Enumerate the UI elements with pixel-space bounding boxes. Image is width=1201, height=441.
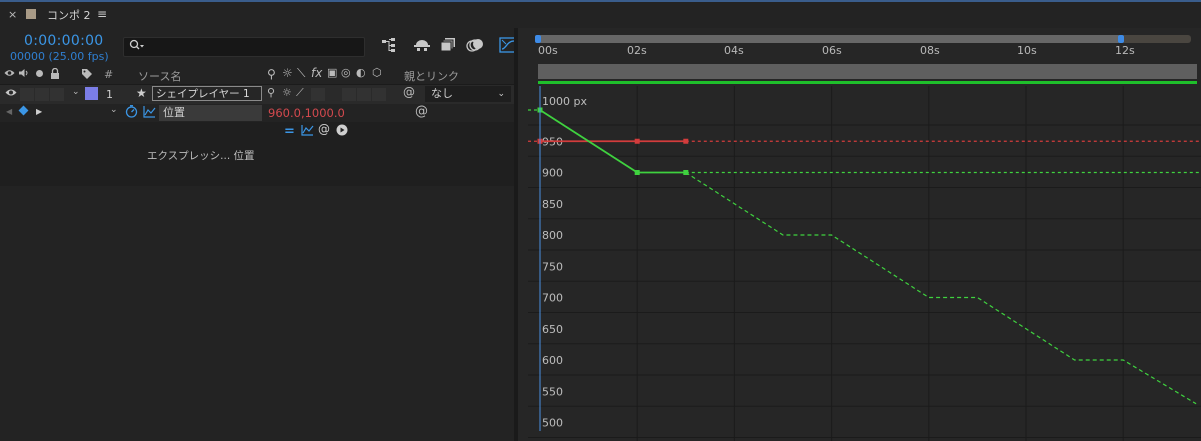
layer-visibility-icon[interactable] bbox=[5, 87, 17, 101]
expression-graph-icon[interactable] bbox=[301, 124, 314, 139]
layer-lock-toggle[interactable] bbox=[50, 88, 64, 101]
property-expand-chevron-icon[interactable]: ⌄ bbox=[110, 105, 118, 115]
quality-icon[interactable]: ⟍ bbox=[297, 66, 305, 81]
layer-audio-toggle[interactable] bbox=[20, 88, 34, 101]
graph-y-label: 800 bbox=[542, 229, 563, 242]
graph-y-label: 850 bbox=[542, 198, 563, 211]
layer-search-input[interactable] bbox=[123, 37, 365, 57]
next-keyframe-icon[interactable]: ▶ bbox=[36, 107, 42, 116]
expression-area bbox=[0, 122, 514, 186]
keyframe-point bbox=[683, 138, 689, 144]
layer-expand-chevron-icon[interactable]: ⌄ bbox=[72, 87, 80, 97]
column-number: # bbox=[104, 68, 114, 81]
graph-y-label: 550 bbox=[542, 385, 563, 398]
frame-rate-display: 00000 (25.00 fps) bbox=[10, 50, 109, 63]
layer-label-color[interactable] bbox=[85, 87, 98, 100]
draft-3d-icon[interactable] bbox=[413, 38, 431, 56]
parent-select[interactable]: なし ⌄ bbox=[425, 86, 511, 102]
layer-solo-toggle[interactable] bbox=[35, 88, 49, 101]
expression-language-menu-icon[interactable] bbox=[336, 124, 348, 139]
work-area-remainder bbox=[1121, 35, 1191, 43]
ruler-tick-label: 02s bbox=[627, 44, 647, 57]
audio-icon[interactable] bbox=[18, 68, 29, 81]
ruler-tick-label: 08s bbox=[920, 44, 940, 57]
motion-blur-icon[interactable] bbox=[466, 38, 484, 56]
property-pick-whip-icon[interactable]: @ bbox=[415, 104, 428, 119]
tab-comp[interactable]: コンポ 2 bbox=[47, 7, 91, 23]
adjustment-layer-icon[interactable]: ◐ bbox=[356, 66, 366, 79]
layer-fx-switch[interactable] bbox=[311, 88, 325, 101]
graph-unit-label: 1000 px bbox=[542, 95, 587, 108]
column-source-name[interactable]: ソース名 bbox=[138, 68, 181, 84]
property-name[interactable]: 位置 bbox=[159, 105, 262, 121]
layer-quality-switch-icon[interactable]: ⟋ bbox=[296, 86, 304, 100]
comp-color-swatch bbox=[26, 9, 36, 19]
layer-collapse-switch-icon[interactable]: ☼ bbox=[282, 86, 292, 99]
layer-column-header: # ソース名 ⚲ ☼ ⟍ fx ▣ ◎ ◐ ⬡ 親とリンク bbox=[0, 66, 514, 84]
render-cache-indicator bbox=[538, 81, 1197, 84]
collapse-icon[interactable]: ☼ bbox=[282, 66, 293, 80]
solo-icon[interactable] bbox=[36, 70, 43, 77]
3d-layer-icon[interactable]: ⬡ bbox=[372, 66, 382, 79]
keyframe-point bbox=[634, 170, 640, 175]
motion-blur-column-icon[interactable]: ◎ bbox=[341, 66, 351, 79]
frame-blend-column-icon[interactable]: ▣ bbox=[327, 66, 337, 79]
close-tab-icon[interactable]: × bbox=[8, 8, 17, 21]
graph-y-label: 900 bbox=[542, 167, 563, 180]
panel-menu-icon[interactable]: ≡ bbox=[97, 7, 107, 21]
graph-y-label: 650 bbox=[542, 323, 563, 336]
graph-curves bbox=[528, 109, 1201, 405]
keyframe-point bbox=[683, 170, 689, 175]
column-parent-link[interactable]: 親とリンク bbox=[404, 68, 459, 84]
layer-3d-switch[interactable] bbox=[372, 88, 386, 101]
graph-y-labels: 950900850800750700650600550500 bbox=[542, 135, 563, 429]
graph-y-label: 750 bbox=[542, 260, 563, 273]
parent-select-value: なし bbox=[431, 87, 453, 100]
layer-name-field[interactable]: シェイプレイヤー 1 bbox=[152, 86, 262, 101]
chevron-down-icon: ⌄ bbox=[497, 89, 505, 99]
layer-duration-bar[interactable] bbox=[538, 64, 1197, 79]
label-tag-icon[interactable] bbox=[81, 68, 93, 82]
graph-grid bbox=[528, 86, 1201, 441]
keyframe-point bbox=[634, 138, 640, 144]
layer-shy-switch-icon[interactable]: ⚲ bbox=[267, 86, 275, 99]
value-graph[interactable]: 950900850800750700650600550500 1000 px bbox=[528, 86, 1201, 441]
current-time-display[interactable]: 0:00:00:00 bbox=[24, 33, 104, 49]
search-icon bbox=[129, 39, 145, 55]
work-area-end-handle[interactable] bbox=[1118, 35, 1124, 43]
expression-enable-icon[interactable]: = bbox=[284, 124, 295, 139]
layer-adjustment-switch[interactable] bbox=[357, 88, 371, 101]
position-x-value[interactable]: 960.0 bbox=[268, 106, 301, 120]
expression-pick-whip-icon[interactable]: @ bbox=[318, 122, 330, 136]
shape-layer-star-icon: ★ bbox=[136, 86, 147, 100]
position-value[interactable]: 960.0,1000.0 bbox=[268, 106, 345, 120]
frame-blending-icon[interactable] bbox=[440, 38, 456, 56]
graph-y-label: 600 bbox=[542, 354, 563, 367]
ruler-tick-label: 12s bbox=[1115, 44, 1135, 57]
panel-tab-bar bbox=[0, 2, 1201, 28]
stopwatch-icon[interactable] bbox=[125, 105, 138, 121]
work-area-start-handle[interactable] bbox=[535, 35, 541, 43]
shy-icon[interactable]: ⚲ bbox=[267, 67, 276, 81]
position-y-value[interactable]: 1000.0 bbox=[305, 106, 345, 120]
layer-motion-blur-switch[interactable] bbox=[342, 88, 356, 101]
graph-y-label: 500 bbox=[542, 417, 563, 430]
expression-text[interactable]: エクスプレッシ... 位置 bbox=[147, 148, 255, 163]
ruler-tick-label: 06s bbox=[822, 44, 842, 57]
ruler-tick-label: 10s bbox=[1017, 44, 1037, 57]
lock-icon[interactable] bbox=[50, 67, 60, 82]
work-area-bar[interactable] bbox=[538, 35, 1121, 43]
graph-toggle-icon[interactable] bbox=[143, 105, 156, 121]
layer-number: 1 bbox=[106, 88, 113, 101]
pick-whip-icon[interactable]: @ bbox=[403, 85, 415, 99]
ruler-tick-label: 00s bbox=[538, 44, 558, 57]
video-visibility-icon[interactable] bbox=[4, 68, 15, 81]
ruler-tick-label: 04s bbox=[724, 44, 744, 57]
comp-flowchart-icon[interactable] bbox=[381, 38, 397, 56]
effects-fx-icon[interactable]: fx bbox=[311, 66, 322, 80]
graph-y-label: 700 bbox=[542, 292, 563, 305]
y-position-extrapolation bbox=[685, 171, 1197, 405]
prev-keyframe-icon[interactable]: ◀ bbox=[6, 107, 12, 116]
